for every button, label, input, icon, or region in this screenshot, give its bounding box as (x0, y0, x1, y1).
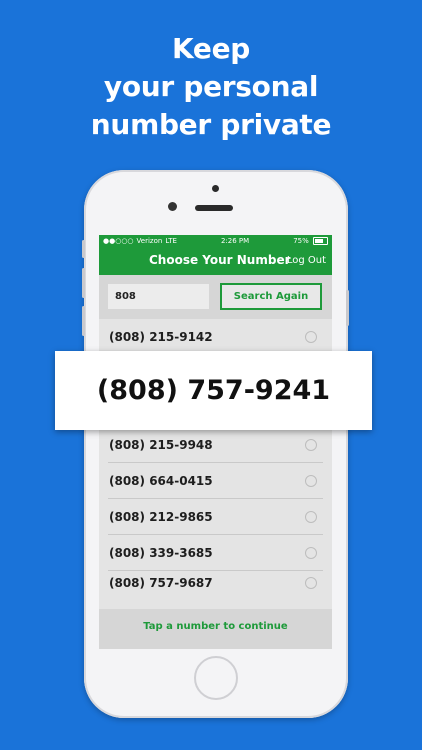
highlighted-number: (808) 757-9241 (96, 375, 331, 406)
phone-front-camera (168, 202, 177, 211)
phone-sensor (212, 185, 219, 192)
logout-button[interactable]: Log Out (287, 255, 326, 266)
number-list-item[interactable]: (808) 215-9142 (108, 319, 323, 355)
phone-number: (808) 339-3685 (109, 546, 213, 560)
radio-button[interactable] (305, 547, 317, 559)
search-row: 808 Search Again (99, 275, 332, 319)
radio-button[interactable] (305, 511, 317, 523)
phone-volume-down (82, 306, 85, 336)
nav-bar: Choose Your Number Log Out (99, 247, 332, 275)
phone-number: (808) 664-0415 (109, 474, 213, 488)
radio-button[interactable] (305, 577, 317, 589)
carrier-name: Verizon (136, 237, 163, 245)
battery-percent: 75% (293, 237, 309, 245)
headline-line-2: your personal (103, 70, 319, 103)
battery-status: 75% (293, 237, 328, 245)
headline-line-1: Keep (171, 32, 251, 65)
network-type: LTE (165, 237, 177, 245)
radio-button[interactable] (305, 439, 317, 451)
highlighted-number-card[interactable]: (808) 757-9241 (55, 351, 372, 430)
headline-line-3: number private (90, 108, 332, 141)
number-list-item[interactable]: (808) 215-9948 (108, 427, 323, 463)
search-again-button[interactable]: Search Again (220, 283, 322, 310)
battery-icon (312, 237, 328, 245)
phone-number: (808) 212-9865 (109, 510, 213, 524)
number-list-item[interactable]: (808) 664-0415 (108, 463, 323, 499)
radio-button[interactable] (305, 331, 317, 343)
phone-volume-up (82, 268, 85, 298)
area-code-input[interactable]: 808 (108, 284, 209, 309)
phone-side-button (82, 240, 85, 258)
marketing-headline: Keep your personal number private (0, 30, 422, 144)
number-list-item[interactable]: (808) 212-9865 (108, 499, 323, 535)
number-list-item[interactable]: (808) 339-3685 (108, 535, 323, 571)
status-time: 2:26 PM (220, 237, 250, 245)
phone-number: (808) 215-9948 (109, 438, 213, 452)
home-button[interactable] (194, 656, 238, 700)
phone-speaker (195, 205, 233, 211)
carrier-info: ●●○○○ Verizon LTE (103, 237, 177, 245)
phone-number: (808) 215-9142 (109, 330, 213, 344)
phone-number: (808) 757-9687 (109, 576, 213, 590)
phone-screen: ●●○○○ Verizon LTE 2:26 PM 75% Choose You… (99, 235, 332, 649)
number-list-item[interactable]: (808) 757-9687 (108, 571, 323, 591)
phone-power-button (346, 290, 349, 326)
signal-dots-icon: ●●○○○ (103, 237, 134, 245)
status-bar: ●●○○○ Verizon LTE 2:26 PM 75% (99, 235, 332, 247)
page-title: Choose Your Number (149, 253, 291, 267)
radio-button[interactable] (305, 475, 317, 487)
continue-hint: Tap a number to continue (99, 609, 332, 649)
